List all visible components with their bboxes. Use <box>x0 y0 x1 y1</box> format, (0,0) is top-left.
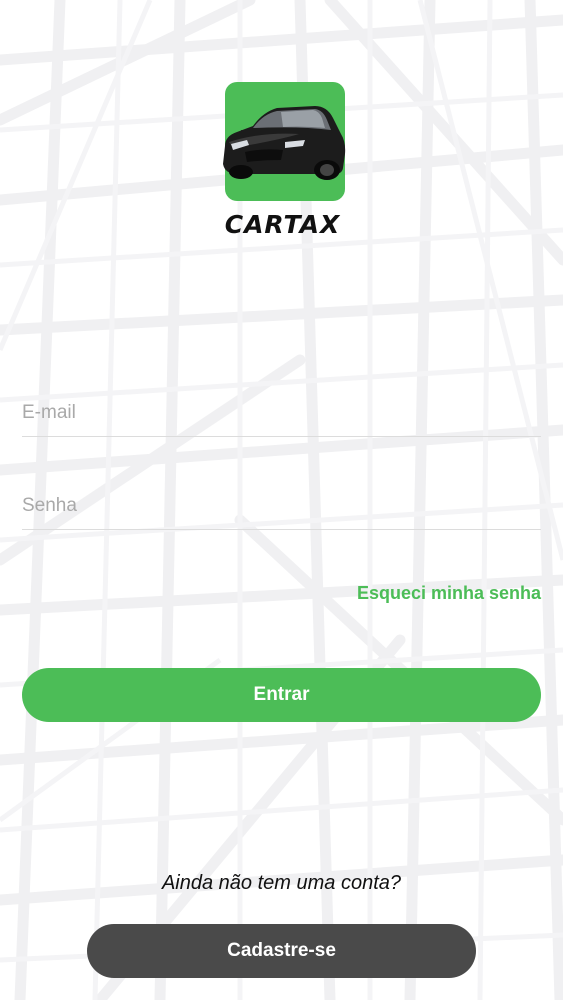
password-field <box>22 483 541 530</box>
email-input[interactable] <box>22 390 541 436</box>
forgot-password-link[interactable]: Esqueci minha senha <box>357 583 541 604</box>
password-input[interactable] <box>22 483 541 529</box>
app-name: CARTAX <box>224 210 341 239</box>
enter-button[interactable]: Entrar <box>22 668 541 722</box>
signup-button[interactable]: Cadastre-se <box>87 924 476 978</box>
car-icon <box>223 106 346 180</box>
no-account-prompt: Ainda não tem uma conta? <box>161 872 402 894</box>
app-logo: CARTAX <box>219 82 346 240</box>
email-field <box>22 390 541 437</box>
